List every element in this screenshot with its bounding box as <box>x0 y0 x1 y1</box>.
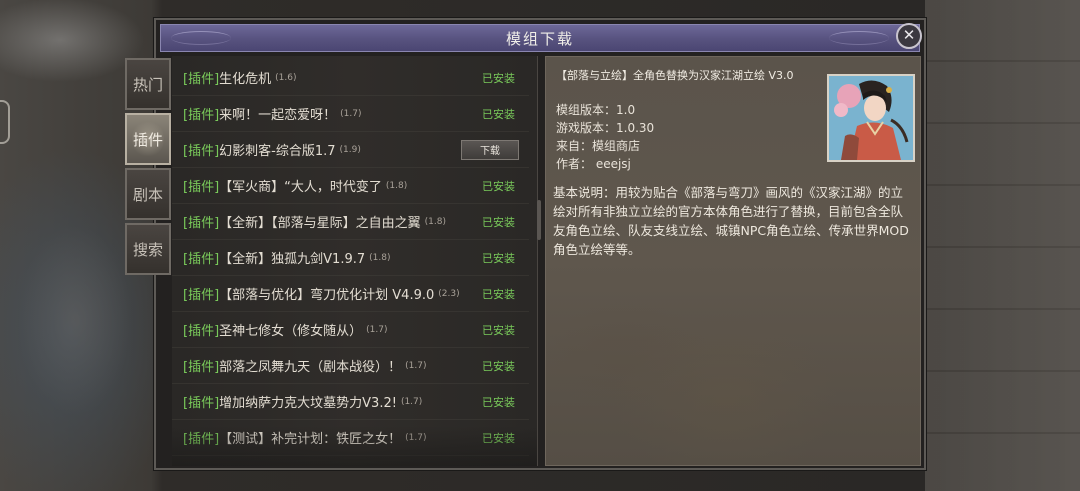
source-info: 来自：模组商店 <box>556 139 641 153</box>
category-tabs: 热门 插件 剧本 搜索 <box>125 58 171 278</box>
mod-tag: [插件] <box>183 180 220 195</box>
mod-version: (1.7) <box>400 396 423 407</box>
tab-scripts[interactable]: 剧本 <box>125 168 171 220</box>
mod-name: 幻影刺客-综合版1.7 <box>219 144 336 159</box>
installed-status: 已安装 <box>482 179 515 193</box>
side-drawer-handle[interactable] <box>0 100 10 144</box>
mod-name: 【部落与优化】弯刀优化计划 V4.9.0 <box>219 288 435 303</box>
mod-name: 【测试】补完计划：铁匠之女！ <box>219 432 402 447</box>
mod-name: 【全新】【部落与星际】之自由之翼 <box>219 216 421 231</box>
mod-tag: [插件] <box>183 252 220 267</box>
tab-label: 搜索 <box>132 240 163 259</box>
mod-description: 基本说明：用较为贴合《部落与弯刀》画风的《汉家江湖》的立绘对所有非独立立绘的官方… <box>553 185 909 257</box>
mod-tag: [插件] <box>183 72 220 87</box>
mod-detail-panel: 【部落与立绘】全角色替换为汉家江湖立绘 V3.0 模组版本：1.0 游戏版本：1… <box>545 56 921 466</box>
background-wall <box>925 0 1080 491</box>
mod-tag: [插件] <box>183 396 220 411</box>
mod-tag: [插件] <box>183 360 220 375</box>
installed-status: 已安装 <box>482 251 515 265</box>
tab-hot[interactable]: 热门 <box>125 58 171 110</box>
detail-title: 【部落与立绘】全角色替换为汉家江湖立绘 V3.0 <box>556 69 794 82</box>
mod-version: (1.7) <box>366 324 388 335</box>
mod-tag: [插件] <box>183 432 220 447</box>
list-item[interactable]: [插件] 【测试】补完计划：铁匠之女！ (1.7) 已安装 <box>172 420 529 456</box>
tab-search[interactable]: 搜索 <box>125 223 171 275</box>
close-button[interactable]: ✕ <box>896 23 922 49</box>
mod-version: (1.7) <box>340 108 362 119</box>
mod-version: (1.7) <box>405 432 427 443</box>
installed-status: 已安装 <box>482 71 515 85</box>
installed-status: 已安装 <box>482 431 515 445</box>
mod-version: (1.6) <box>275 72 297 83</box>
list-item[interactable]: [插件] 【部落与优化】弯刀优化计划 V4.9.0 (2.3) 已安装 <box>172 276 529 312</box>
mod-name: 【军火商】“大人，时代变了 <box>219 180 382 195</box>
mod-version-info: 模组版本：1.0 <box>556 103 636 117</box>
tab-label: 剧本 <box>132 185 163 204</box>
mod-tag: [插件] <box>183 144 220 159</box>
mod-tag: [插件] <box>183 288 220 303</box>
mod-version: (2.3) <box>438 288 460 299</box>
game-version-info: 游戏版本：1.0.30 <box>556 121 655 135</box>
list-item[interactable]: [插件] 【全新】独孤九剑V1.9.7 (1.8) 已安装 <box>172 240 529 276</box>
dialog-title: 模组下载 <box>505 29 574 48</box>
mod-version: (1.7) <box>405 360 427 371</box>
author-info: 作者： eeejsj <box>556 157 631 171</box>
mod-version: (1.9) <box>339 144 361 155</box>
list-scrollbar[interactable] <box>537 200 541 240</box>
list-item[interactable]: [插件] 增加纳萨力克大坟墓势力V3.2! (1.7) 已安装 <box>172 384 529 420</box>
tab-plugins[interactable]: 插件 <box>125 113 171 165</box>
list-item[interactable]: [插件] 【全新】【部落与星际】之自由之翼 (1.8) 已安装 <box>172 204 529 240</box>
tab-label: 热门 <box>132 75 163 94</box>
installed-status: 已安装 <box>482 107 515 121</box>
list-item[interactable]: [插件] 生化危机 (1.6) 已安装 <box>172 60 529 96</box>
mod-name: 来啊！一起恋爱呀！ <box>219 108 337 123</box>
mod-name: 【全新】独孤九剑V1.9.7 <box>219 252 366 267</box>
mod-tag: [插件] <box>183 108 220 123</box>
mod-version: (1.8) <box>424 216 447 227</box>
dialog-title-bar: 模组下载 <box>160 24 920 52</box>
download-button[interactable]: 下载 <box>461 139 519 160</box>
installed-status: 已安装 <box>482 359 515 373</box>
installed-status: 已安装 <box>482 287 515 301</box>
list-item[interactable]: [插件] 圣神七修女（修女随从） (1.7) 已安装 <box>172 312 529 348</box>
mod-version: (1.8) <box>369 252 391 263</box>
mod-name: 部落之凤舞九天（剧本战役）！ <box>219 360 402 375</box>
list-item[interactable]: [插件] 幻影刺客-综合版1.7 (1.9) 下载 <box>172 132 529 168</box>
tab-label: 插件 <box>132 130 163 149</box>
mod-name: 圣神七修女（修女随从） <box>219 324 363 339</box>
installed-status: 已安装 <box>482 215 515 229</box>
detail-meta: 模组版本：1.0 游戏版本：1.0.30 来自：模组商店 作者： eeejsj <box>556 101 654 173</box>
mod-tag: [插件] <box>183 324 220 339</box>
installed-status: 已安装 <box>482 323 515 337</box>
title-ornament-left <box>171 31 231 45</box>
mod-name: 生化危机 <box>219 72 272 87</box>
installed-status: 已安装 <box>482 395 515 409</box>
mod-name: 增加纳萨力克大坟墓势力V3.2! <box>219 396 397 411</box>
mod-version: (1.8) <box>385 180 408 191</box>
mod-list: [插件] 生化危机 (1.6) 已安装 [插件] 来啊！一起恋爱呀！ (1.7) 已安装… <box>172 56 538 466</box>
list-item[interactable]: [插件] 【军火商】“大人，时代变了 (1.8) 已安装 <box>172 168 529 204</box>
character-portrait-icon <box>827 74 915 162</box>
title-ornament-right <box>829 31 889 45</box>
mod-tag: [插件] <box>183 216 220 231</box>
list-item[interactable]: [插件] 来啊！一起恋爱呀！ (1.7) 已安装 <box>172 96 529 132</box>
list-item[interactable]: [插件] 部落之凤舞九天（剧本战役）！ (1.7) 已安装 <box>172 348 529 384</box>
